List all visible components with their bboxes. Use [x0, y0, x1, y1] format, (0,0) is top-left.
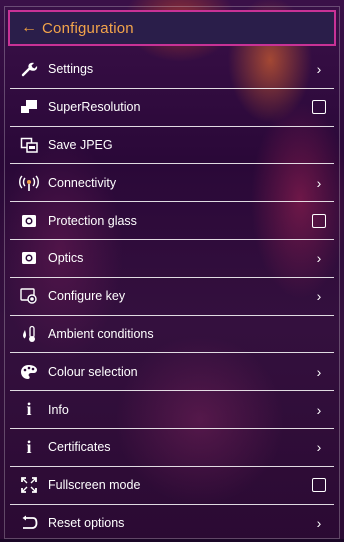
menu-item-ambient-conditions[interactable]: Ambient conditions [10, 316, 334, 354]
menu-item-label: Protection glass [48, 213, 137, 228]
thermometer-icon [16, 324, 42, 344]
fullscreen-checkbox[interactable] [312, 478, 326, 493]
menu-item-reset-options[interactable]: Reset options › [10, 505, 334, 542]
menu-item-label: Save JPEG [48, 137, 113, 152]
configuration-menu: Settings › SuperResolution Save JPEG Con… [10, 51, 334, 542]
chevron-right-icon: › [316, 515, 322, 532]
menu-item-label: Colour selection [48, 364, 138, 379]
fullscreen-icon [16, 475, 42, 495]
chevron-right-icon: › [316, 363, 322, 380]
menu-item-label: SuperResolution [48, 100, 141, 115]
save-jpeg-icon [16, 135, 42, 155]
superresolution-icon [16, 97, 42, 117]
chevron-right-icon: › [316, 439, 322, 456]
arrow-left-icon: ← [21, 19, 37, 36]
chevron-right-icon: › [316, 250, 322, 267]
menu-item-protection-glass[interactable]: Protection glass [10, 202, 334, 240]
menu-item-info[interactable]: i Info › [10, 391, 334, 429]
info-icon: i [26, 399, 32, 420]
superresolution-checkbox[interactable] [312, 100, 326, 115]
page-title: Configuration [42, 19, 134, 37]
info-icon: i [26, 436, 32, 457]
menu-item-superresolution[interactable]: SuperResolution [10, 89, 334, 127]
key-button-icon [16, 286, 42, 306]
chevron-right-icon: › [316, 288, 322, 305]
header-bar: ← Configuration [8, 10, 336, 46]
chevron-right-icon: › [316, 401, 322, 418]
menu-item-label: Settings [48, 62, 94, 77]
menu-item-save-jpeg[interactable]: Save JPEG [10, 127, 334, 165]
menu-item-label: Optics [48, 251, 84, 266]
menu-item-label: Info [48, 402, 69, 417]
menu-item-label: Ambient conditions [48, 326, 154, 341]
menu-item-label: Configure key [48, 289, 126, 304]
menu-item-label: Reset options [48, 516, 125, 531]
back-button[interactable]: ← [16, 12, 42, 44]
chevron-right-icon: › [316, 61, 322, 78]
menu-item-settings[interactable]: Settings › [10, 51, 334, 89]
menu-item-configure-key[interactable]: Configure key › [10, 278, 334, 316]
palette-icon [16, 362, 42, 382]
menu-item-label: Fullscreen mode [48, 478, 141, 493]
menu-item-colour-selection[interactable]: Colour selection › [10, 353, 334, 392]
wireless-icon [16, 173, 42, 193]
menu-item-fullscreen-mode[interactable]: Fullscreen mode [10, 467, 334, 505]
lens-icon [16, 248, 42, 268]
chevron-right-icon: › [316, 174, 322, 191]
menu-item-optics[interactable]: Optics › [10, 240, 334, 278]
camera-icon [16, 211, 42, 231]
menu-item-label: Certificates [48, 440, 111, 455]
menu-item-certificates[interactable]: i Certificates › [10, 429, 334, 467]
menu-item-label: Connectivity [48, 175, 117, 190]
reset-icon [16, 513, 42, 533]
menu-item-connectivity[interactable]: Connectivity › [10, 164, 334, 203]
wrench-icon [16, 59, 42, 79]
protection-glass-checkbox[interactable] [312, 213, 326, 228]
